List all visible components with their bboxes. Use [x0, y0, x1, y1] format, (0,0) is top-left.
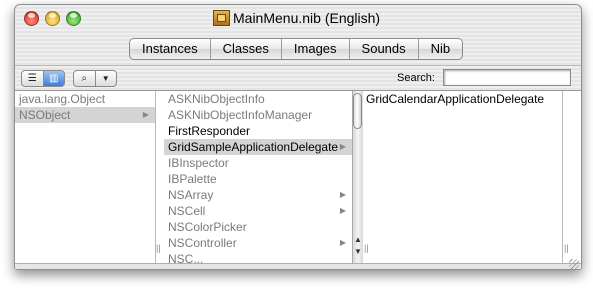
browser-column-subclasses[interactable]: ASKNibObjectInfo ASKNibObjectInfoManager F… — [164, 91, 353, 263]
disclosure-arrow-icon: ▶ — [142, 110, 149, 119]
list-item[interactable]: ASKNibObjectInfoManager — [164, 107, 352, 123]
tab-instances[interactable]: Instances — [130, 39, 211, 59]
list-item[interactable]: NSC... — [164, 251, 352, 263]
list-item-label: java.lang.Object — [19, 92, 106, 106]
view-mode-control: ☰ ▥ — [21, 70, 65, 87]
title-bar[interactable]: MainMenu.nib (English) — [15, 5, 581, 33]
list-item[interactable]: GridCalendarApplicationDelegate — [362, 91, 562, 107]
magnifier-icon[interactable]: ⌕ — [74, 71, 95, 86]
disclosure-arrow-icon: ▶ — [339, 238, 346, 247]
list-item[interactable]: NSObject ▶ — [15, 107, 155, 123]
list-item-label: GridSampleApplicationDelegate — [168, 140, 339, 154]
zoom-button[interactable] — [66, 11, 81, 26]
browser-column-root[interactable]: java.lang.Object NSObject ▶ — [15, 91, 156, 263]
list-item[interactable]: NSColorPicker — [164, 219, 352, 235]
disclosure-arrow-icon: ▶ — [339, 206, 346, 215]
browser-column-detail[interactable]: GridCalendarApplicationDelegate — [362, 91, 563, 263]
list-item-label: IBInspector — [168, 156, 229, 170]
list-item[interactable]: java.lang.Object — [15, 91, 155, 107]
list-item-label: FirstResponder — [168, 124, 251, 138]
nib-file-icon — [213, 10, 230, 26]
classes-toolbar: ☰ ▥ ⌕ ▼ Search: — [15, 66, 581, 90]
list-item[interactable]: FirstResponder — [164, 123, 352, 139]
minimize-button[interactable] — [45, 11, 60, 26]
list-item-label: NSController — [168, 236, 237, 250]
tab-classes[interactable]: Classes — [211, 39, 282, 59]
list-item-label: GridCalendarApplicationDelegate — [366, 92, 545, 106]
column-resize-handle-icon[interactable]: || — [156, 243, 161, 253]
list-item[interactable]: ASKNibObjectInfo — [164, 91, 352, 107]
list-item-label: IBPalette — [168, 172, 217, 186]
list-item-label: NSColorPicker — [168, 220, 247, 234]
tab-images[interactable]: Images — [282, 39, 350, 59]
chevron-down-icon[interactable]: ▼ — [94, 71, 117, 86]
search-input[interactable] — [443, 69, 571, 86]
tab-sounds[interactable]: Sounds — [350, 39, 419, 59]
list-item-label: NSObject — [19, 108, 71, 122]
list-view-icon[interactable]: ☰ — [22, 71, 43, 86]
nib-window: MainMenu.nib (English) Instances Classes… — [14, 4, 582, 270]
search-label: Search: — [397, 72, 435, 84]
classes-pane: ☰ ▥ ⌕ ▼ Search: java.lang.Object NSObject… — [15, 65, 581, 269]
tab-bar: Instances Classes Images Sounds Nib — [129, 38, 464, 60]
tab-nib[interactable]: Nib — [419, 39, 463, 59]
column-view-icon[interactable]: ▥ — [42, 71, 64, 86]
list-item-label: NSC... — [168, 252, 204, 263]
horizontal-scrollbar[interactable] — [15, 263, 581, 269]
window-title: MainMenu.nib (English) — [233, 10, 381, 26]
find-control: ⌕ ▼ — [73, 70, 117, 87]
list-item-label: ASKNibObjectInfo — [168, 92, 265, 106]
resize-grip-icon[interactable] — [569, 259, 579, 269]
class-browser: java.lang.Object NSObject ▶ ASKNibObjectIn… — [15, 90, 581, 269]
list-item[interactable]: NSArray ▶ — [164, 187, 352, 203]
list-item[interactable]: NSController ▶ — [164, 235, 352, 251]
column-resize-handle-icon[interactable]: || — [564, 243, 569, 253]
list-item[interactable]: IBPalette — [164, 171, 352, 187]
list-item[interactable]: GridSampleApplicationDelegate ▶ — [164, 139, 352, 155]
list-item[interactable]: NSCell ▶ — [164, 203, 352, 219]
column-resize-handle-icon[interactable]: || — [364, 243, 369, 253]
list-item-label: NSCell — [168, 204, 206, 218]
scroll-thumb[interactable] — [353, 93, 362, 129]
list-item[interactable]: IBInspector — [164, 155, 352, 171]
disclosure-arrow-icon: ▶ — [339, 142, 346, 151]
disclosure-arrow-icon: ▶ — [339, 190, 346, 199]
close-button[interactable] — [24, 11, 39, 26]
list-item-label: ASKNibObjectInfoManager — [168, 108, 313, 122]
list-item-label: NSArray — [168, 188, 214, 202]
